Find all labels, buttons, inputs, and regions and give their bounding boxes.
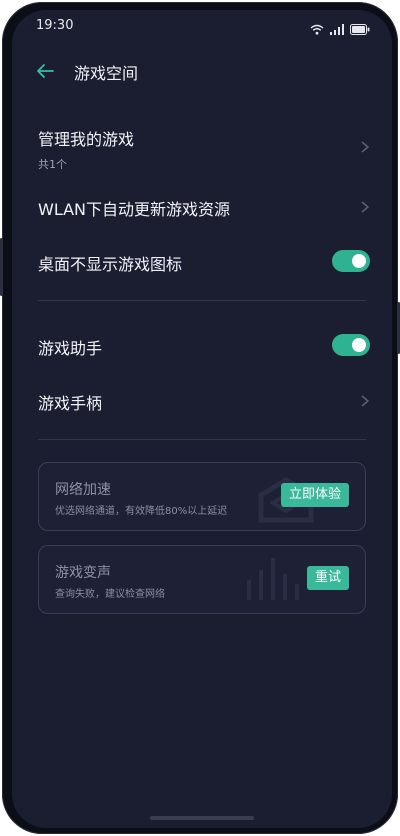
manage-games-count: 共1个 xyxy=(38,158,67,171)
hide-desktop-icon-toggle[interactable] xyxy=(332,250,370,272)
voice-changer-card[interactable]: 游戏变声 查询失败，建议检查网络 重试 xyxy=(38,545,366,614)
battery-icon xyxy=(350,20,370,39)
game-assistant-toggle[interactable] xyxy=(332,334,370,356)
divider xyxy=(38,439,366,440)
chevron-right-icon xyxy=(360,139,370,153)
status-icons xyxy=(310,20,370,39)
signal-icon xyxy=(330,20,344,39)
chevron-right-icon xyxy=(360,199,370,213)
home-indicator[interactable] xyxy=(150,816,254,820)
wlan-auto-update-item[interactable]: WLAN下自动更新游戏资源 xyxy=(38,196,372,220)
app-header: 游戏空间 xyxy=(12,60,392,90)
wifi-icon xyxy=(310,20,324,39)
screen: 19:30 游戏空间 管理我的游戏 共1个 WLAN下自动更新游戏资源 桌面不显… xyxy=(12,10,392,828)
toggle-knob xyxy=(352,254,366,268)
voice-watermark-icon xyxy=(247,558,299,600)
voice-changer-title: 游戏变声 xyxy=(55,565,111,581)
manage-games-item[interactable]: 管理我的游戏 共1个 xyxy=(38,126,372,172)
hide-desktop-icon-item: 桌面不显示游戏图标 xyxy=(38,250,372,275)
wlan-auto-update-label: WLAN下自动更新游戏资源 xyxy=(38,200,231,219)
back-arrow-icon[interactable] xyxy=(34,60,56,82)
hide-desktop-icon-label: 桌面不显示游戏图标 xyxy=(38,255,183,274)
retry-button[interactable]: 重试 xyxy=(306,566,349,590)
try-now-button[interactable]: 立即体验 xyxy=(280,483,349,507)
network-acceleration-card[interactable]: 网络加速 优选网络通道，有效降低80%以上延迟 立即体验 xyxy=(38,462,366,531)
page-title: 游戏空间 xyxy=(74,64,139,83)
divider xyxy=(38,300,366,301)
network-acceleration-desc: 优选网络通道，有效降低80%以上延迟 xyxy=(55,506,228,517)
game-controller-item[interactable]: 游戏手柄 xyxy=(38,390,372,414)
toggle-knob xyxy=(352,338,366,352)
chevron-right-icon xyxy=(360,393,370,407)
manage-games-label: 管理我的游戏 xyxy=(38,130,135,149)
volume-button xyxy=(0,238,3,296)
voice-changer-desc: 查询失败，建议检查网络 xyxy=(55,589,165,600)
phone-frame: 19:30 游戏空间 管理我的游戏 共1个 WLAN下自动更新游戏资源 桌面不显… xyxy=(0,2,400,834)
status-time: 19:30 xyxy=(36,18,74,33)
status-bar: 19:30 xyxy=(12,10,392,40)
game-assistant-label: 游戏助手 xyxy=(38,339,103,358)
game-assistant-item: 游戏助手 xyxy=(38,334,372,359)
network-acceleration-title: 网络加速 xyxy=(55,482,111,498)
game-controller-label: 游戏手柄 xyxy=(38,394,103,413)
